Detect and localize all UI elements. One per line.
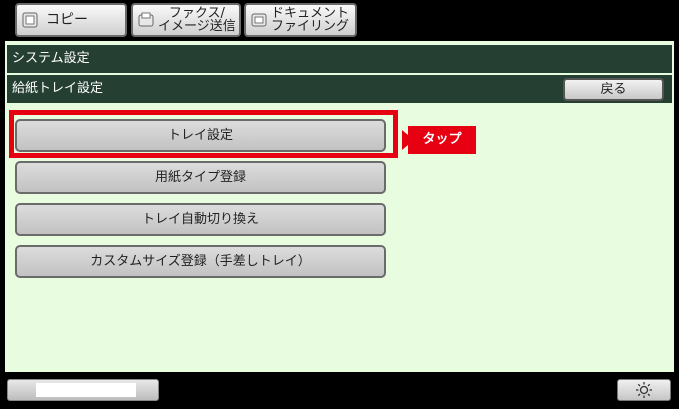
fax-icon [138,12,154,27]
tab-fax-image-send[interactable]: ファクス/ イメージ送信 [131,3,241,37]
brightness-button[interactable] [617,379,671,401]
brightness-icon [636,382,652,398]
custom-size-registration-button[interactable]: カスタムサイズ登録（手差しトレイ） [15,245,386,278]
tab-document-label: ドキュメント ファイリング [271,6,350,34]
paper-type-registration-button[interactable]: 用紙タイプ登録 [15,161,386,194]
tap-callout: タップ [402,126,476,154]
main-panel: システム設定 給紙トレイ設定 戻る トレイ設定 用紙タイプ登録 トレイ自動切り換… [5,41,674,372]
back-button[interactable]: 戻る [563,78,664,101]
tab-copy-label: コピー [46,11,88,28]
copy-icon [22,12,38,28]
job-status-indicator[interactable] [7,379,159,401]
callout-label: タップ [408,126,476,154]
system-settings-header: システム設定 [7,45,672,73]
job-status-fill [36,383,136,397]
tab-document-filing[interactable]: ドキュメント ファイリング [244,3,357,37]
document-filing-icon [251,13,267,27]
tab-copy[interactable]: コピー [15,3,127,37]
tab-fax-label: ファクス/ イメージ送信 [158,6,236,34]
auto-tray-switching-button[interactable]: トレイ自動切り換え [15,203,386,236]
highlight-box [9,110,398,158]
